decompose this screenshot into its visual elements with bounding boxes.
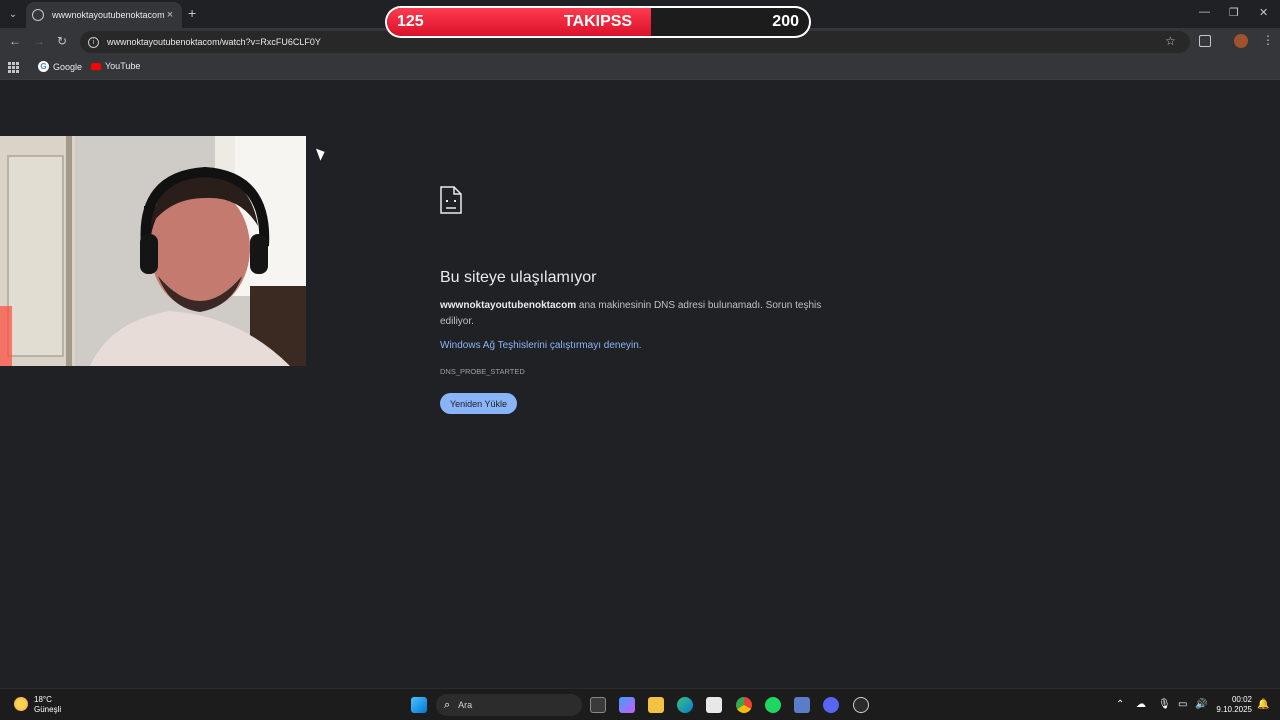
webcam-image xyxy=(0,136,306,366)
tab-title: wwwnoktayoutubenoktacom xyxy=(52,10,164,20)
edge-icon[interactable] xyxy=(677,697,693,713)
bookmark-youtube[interactable]: YouTube xyxy=(91,61,140,71)
error-page: Bu siteye ulaşılamıyor wwwnoktayoutubeno… xyxy=(440,186,840,376)
volume-icon[interactable]: 🔊 xyxy=(1195,699,1207,710)
clock-time: 00:02 xyxy=(1231,695,1252,704)
tray-chevron-icon[interactable]: ⌃ xyxy=(1116,699,1124,710)
discord-icon[interactable] xyxy=(823,697,839,713)
restore-button[interactable]: ❐ xyxy=(1229,6,1239,19)
clock-date: 9.10.2025 xyxy=(1216,705,1252,714)
diagnostics-link[interactable]: Windows Ağ Teşhislerini çalıştırmayı den… xyxy=(440,340,840,351)
chrome-icon[interactable] xyxy=(736,697,752,713)
extensions-icon[interactable] xyxy=(1199,35,1211,47)
search-icon: ⌕ xyxy=(444,698,451,711)
tab-active[interactable]: wwwnoktayoutubenoktacom × xyxy=(26,2,182,28)
webcam-overlay xyxy=(0,136,306,366)
taskbar-search[interactable]: ⌕ Ara xyxy=(436,694,582,716)
apps-grid-icon[interactable] xyxy=(8,62,19,73)
error-title: Bu siteye ulaşılamıyor xyxy=(440,269,597,286)
reload-icon[interactable]: ↻ xyxy=(57,34,67,48)
windows-start-icon[interactable] xyxy=(411,697,427,713)
search-placeholder: Ara xyxy=(458,700,473,710)
profile-avatar[interactable] xyxy=(1234,34,1248,48)
app-icon[interactable] xyxy=(853,697,869,713)
new-tab-button[interactable]: + xyxy=(188,5,196,21)
follower-goal-bar: 125 TAKIPSS 200 xyxy=(385,6,811,38)
bookmark-label: YouTube xyxy=(105,61,141,71)
google-icon: G xyxy=(38,61,49,72)
notification-bell-icon[interactable]: 🔔 xyxy=(1257,699,1269,710)
forward-icon[interactable]: → xyxy=(33,34,45,48)
error-host: wwwnoktayoutubenoktacom xyxy=(440,300,577,311)
globe-icon xyxy=(32,9,44,21)
microphone-icon[interactable]: 🎙 xyxy=(1158,699,1171,710)
address-url: wwwnoktayoutubenoktacom/watch?v=RxcFU6CL… xyxy=(107,37,321,47)
more-menu-icon[interactable]: ⋮ xyxy=(1262,33,1274,47)
follower-goal-track: 125 TAKIPSS 200 xyxy=(387,8,809,36)
mouse-cursor-icon xyxy=(315,146,328,161)
tab-search-icon[interactable]: ⌄ xyxy=(4,5,22,23)
close-window-button[interactable]: ✕ xyxy=(1259,6,1268,19)
weather-sun-icon[interactable] xyxy=(14,697,28,711)
file-explorer-icon[interactable] xyxy=(648,697,664,713)
network-app-icon[interactable] xyxy=(794,697,810,713)
store-icon[interactable] xyxy=(706,697,722,713)
copilot-icon[interactable] xyxy=(619,697,635,713)
error-code: DNS_PROBE_STARTED xyxy=(440,367,525,376)
bookmark-star-icon[interactable]: ☆ xyxy=(1165,34,1176,48)
task-view-icon[interactable] xyxy=(590,697,606,713)
reload-button[interactable]: Yeniden Yükle xyxy=(440,393,517,414)
back-icon[interactable]: ← xyxy=(9,34,21,48)
onedrive-icon[interactable]: ☁ xyxy=(1136,699,1146,710)
minimize-button[interactable]: — xyxy=(1199,6,1210,18)
error-description: wwwnoktayoutubenoktacom ana makinesinin … xyxy=(440,298,840,330)
site-info-icon[interactable]: i xyxy=(88,36,99,48)
weather-description[interactable]: Güneşli xyxy=(34,705,61,714)
spotify-icon[interactable] xyxy=(765,697,781,713)
bookmark-label: Google xyxy=(53,61,83,72)
tab-close-icon[interactable]: × xyxy=(164,9,176,21)
network-icon[interactable]: ▭ xyxy=(1178,699,1187,710)
bookmark-google[interactable]: G Google xyxy=(38,61,82,72)
youtube-icon xyxy=(91,62,101,70)
taskbar-clock[interactable]: 00:02 9.10.2025 xyxy=(1214,695,1252,715)
windows-taskbar: 18°C Güneşli ⌕ Ara ⌃ ☁ 🎙 ▭ 🔊 00:02 9.10.… xyxy=(0,688,1280,720)
follower-goal-target: 200 xyxy=(772,13,799,30)
sad-document-icon xyxy=(440,186,462,214)
follower-goal-label: TAKIPSS xyxy=(563,13,633,30)
weather-temperature[interactable]: 18°C xyxy=(34,695,52,704)
bookmarks-bar: G Google YouTube xyxy=(0,56,1280,80)
